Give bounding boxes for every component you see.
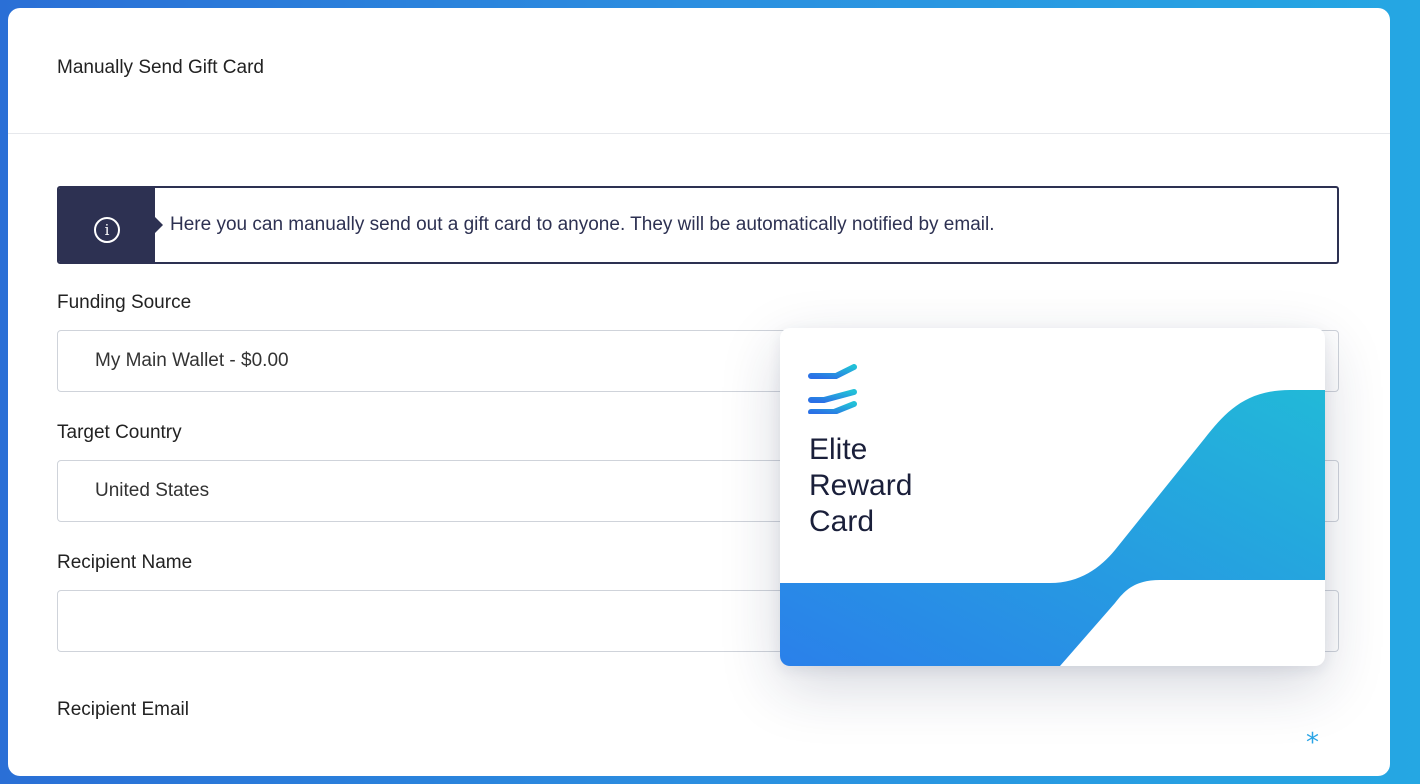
stripes-logo-icon — [808, 364, 857, 414]
card-title-line: Elite — [809, 433, 868, 466]
gift-card-preview: Elite Reward Card — [780, 328, 1325, 666]
funding-source-label: Funding Source — [57, 292, 192, 313]
recipient-email-label: Recipient Email — [57, 699, 189, 720]
page-title: Manually Send Gift Card — [57, 56, 264, 78]
card-title: Elite Reward Card — [809, 432, 959, 540]
asterisk-icon: * — [1306, 728, 1319, 758]
notice-icon-box: i — [59, 188, 163, 262]
card-title-line: Card — [809, 505, 875, 538]
notice-text: Here you can manually send out a gift ca… — [170, 214, 995, 235]
card-title-line: Reward — [809, 469, 913, 502]
info-icon: i — [94, 217, 120, 243]
info-notice: i Here you can manually send out a gift … — [57, 186, 1339, 264]
modal-header: Manually Send Gift Card — [8, 8, 1390, 134]
